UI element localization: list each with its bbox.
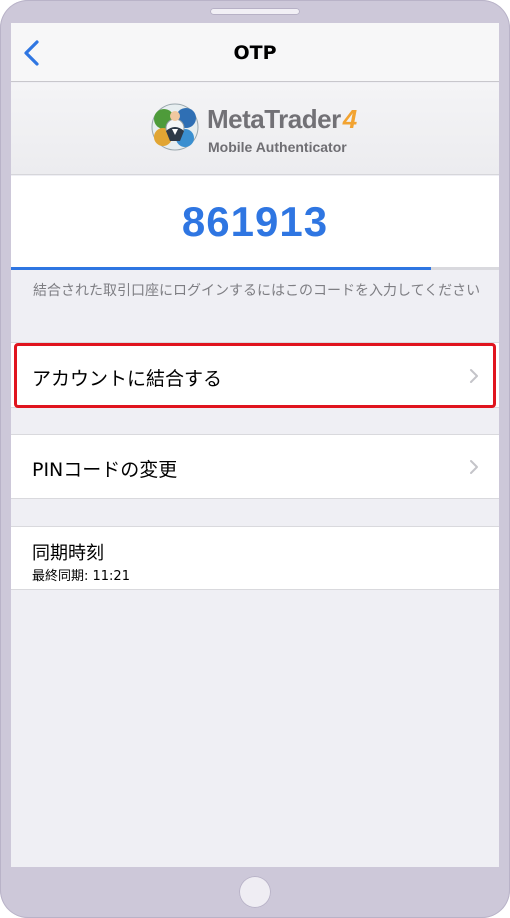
navigation-bar: OTP [11, 23, 499, 82]
logo-subtitle: Mobile Authenticator [208, 139, 347, 155]
change-pin-row[interactable]: PINコードの変更 [11, 434, 499, 499]
phone-frame: OTP MetaTrader4 Mobile Authenticator 861… [0, 0, 510, 918]
logo-title: MetaTrader4 [207, 104, 357, 134]
otp-hint-text: 結合された取引口座にログインするにはこのコードを入力してください [33, 283, 481, 299]
logo-banner: MetaTrader4 Mobile Authenticator [11, 83, 499, 175]
logo-version: 4 [342, 104, 357, 134]
home-button[interactable] [239, 876, 271, 908]
app-screen: OTP MetaTrader4 Mobile Authenticator 861… [11, 23, 499, 867]
metatrader-logo-icon [151, 103, 199, 151]
sync-time-row[interactable]: 同期時刻 最終同期: 11:21 [11, 526, 499, 590]
highlight-frame [14, 343, 496, 408]
otp-timer-bar [11, 267, 499, 270]
change-pin-label: PINコードの変更 [32, 459, 178, 481]
page-title: OTP [233, 42, 277, 64]
otp-panel: 861913 [11, 176, 499, 270]
otp-code: 861913 [181, 198, 329, 245]
chevron-right-icon [470, 460, 478, 474]
sync-time-label: 同期時刻 [32, 543, 104, 564]
phone-speaker [210, 8, 300, 15]
last-sync-text: 最終同期: 11:21 [32, 569, 130, 584]
otp-timer-fill [11, 267, 431, 270]
